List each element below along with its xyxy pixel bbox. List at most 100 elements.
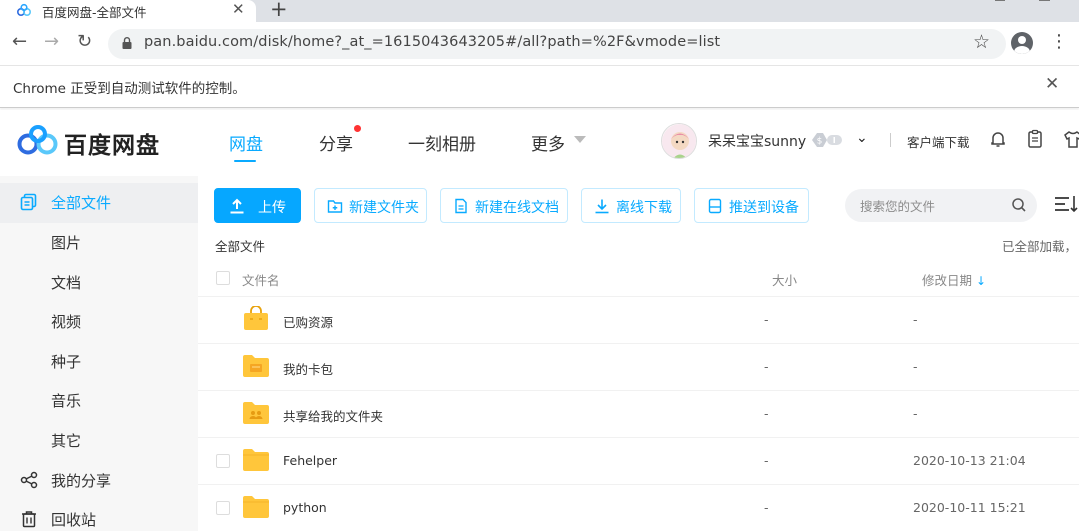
infobar-close-icon[interactable]: ✕ (1045, 74, 1059, 94)
file-size: - (764, 359, 769, 374)
file-date: 2020-10-11 15:21 (913, 500, 1026, 515)
file-list-header: 文件名 大小 修改日期 ↓ (198, 260, 1079, 297)
clipboard-icon[interactable] (1024, 128, 1046, 150)
offline-download-label: 离线下载 (616, 200, 672, 216)
nav-more[interactable]: 更多 (531, 130, 565, 155)
nav-share[interactable]: 分享 (319, 130, 353, 155)
purchased-folder-icon (244, 306, 268, 330)
browser-tabstrip: 百度网盘-全部文件 ✕ + (0, 0, 1079, 22)
infobar-message: Chrome 正受到自动测试软件的控制。 (13, 81, 246, 97)
sidebar-item-label: 视频 (51, 313, 82, 331)
nav-album[interactable]: 一刻相册 (408, 130, 476, 155)
shirt-icon[interactable] (1062, 128, 1079, 150)
nav-netdisk[interactable]: 网盘 (229, 130, 263, 155)
url-text: pan.baidu.com/disk/home?_at_=16150436432… (144, 34, 721, 50)
column-modified-label: 修改日期 (922, 273, 973, 288)
column-modified[interactable]: 修改日期 ↓ (922, 270, 986, 289)
lock-icon (122, 37, 132, 49)
file-row[interactable]: Fehelper - 2020-10-13 21:04 (198, 438, 1079, 485)
site-header: 百度网盘 网盘 分享 一刻相册 更多 呆呆宝宝sunny $ ⌄ 客户端下载 (0, 110, 1079, 176)
vip-badge-icon: $ (812, 133, 842, 147)
svg-text:$: $ (817, 137, 823, 147)
select-all-checkbox[interactable] (216, 271, 230, 285)
column-filename[interactable]: 文件名 (242, 270, 280, 289)
sidebar: 全部文件 图片 文档 视频 种子 音乐 其它 我的分享 回收站 (0, 176, 198, 531)
breadcrumb[interactable]: 全部文件 (215, 236, 265, 255)
sidebar-item-label: 音乐 (51, 392, 82, 410)
sidebar-item-documents[interactable]: 文档 (0, 263, 198, 303)
search-input[interactable]: 搜索您的文件 (845, 189, 1037, 222)
search-icon[interactable] (1011, 197, 1027, 213)
address-bar[interactable]: pan.baidu.com/disk/home?_at_=16150436432… (108, 29, 1006, 59)
trash-icon (22, 511, 36, 528)
share-notification-dot (354, 125, 361, 132)
sidebar-item-music[interactable]: 音乐 (0, 381, 198, 421)
sort-list-icon[interactable] (1053, 193, 1079, 215)
forward-icon[interactable]: → (44, 31, 59, 52)
file-name[interactable]: 我的卡包 (283, 359, 333, 378)
baidu-pan-logo[interactable] (16, 124, 60, 158)
profile-avatar-icon[interactable] (1011, 32, 1033, 54)
push-to-device-button[interactable]: 推送到设备 (694, 188, 809, 223)
file-row[interactable]: 共享给我的文件夹 - - (198, 391, 1079, 438)
file-row[interactable]: 我的卡包 - - (198, 344, 1079, 391)
offline-download-button[interactable]: 离线下载 (581, 188, 681, 223)
upload-label: 上传 (258, 200, 286, 216)
tab-close-icon[interactable]: ✕ (232, 0, 245, 18)
folder-icon (243, 496, 269, 518)
automation-infobar: Chrome 正受到自动测试软件的控制。 ✕ (0, 66, 1079, 108)
file-date: - (913, 312, 918, 327)
file-name[interactable]: 共享给我的文件夹 (283, 406, 383, 425)
row-checkbox[interactable] (216, 454, 230, 468)
new-folder-icon (327, 200, 343, 213)
row-checkbox[interactable] (216, 501, 230, 515)
upload-button[interactable]: 上传 (214, 188, 301, 223)
header-separator (890, 133, 891, 147)
new-online-doc-button[interactable]: 新建在线文档 (440, 188, 568, 223)
sidebar-item-label: 回收站 (51, 511, 97, 529)
username[interactable]: 呆呆宝宝sunny (708, 131, 806, 151)
avatar-image (662, 124, 696, 158)
more-caret-icon[interactable] (574, 136, 586, 143)
file-size: - (764, 312, 769, 327)
sidebar-item-other[interactable]: 其它 (0, 421, 198, 461)
sidebar-item-my-shares[interactable]: 我的分享 (0, 461, 198, 501)
file-date: 2020-10-13 21:04 (913, 453, 1026, 468)
user-menu-chevron-icon[interactable]: ⌄ (856, 130, 868, 146)
sidebar-item-label: 种子 (51, 353, 82, 371)
file-size: - (764, 406, 769, 421)
baidu-pan-favicon (16, 3, 32, 17)
file-row[interactable]: 已购资源 - - (198, 297, 1079, 344)
sidebar-item-label: 全部文件 (51, 194, 112, 212)
sidebar-item-all-files[interactable]: 全部文件 (0, 183, 198, 223)
new-tab-icon[interactable]: + (270, 0, 288, 21)
document-icon (455, 198, 467, 214)
file-name[interactable]: 已购资源 (283, 312, 333, 331)
window-maximize-icon[interactable] (1039, 0, 1050, 1)
chrome-menu-icon[interactable]: ⋮ (1050, 31, 1068, 52)
file-row[interactable]: python - 2020-10-11 15:21 (198, 485, 1079, 531)
file-name[interactable]: python (283, 500, 327, 515)
files-icon (20, 193, 37, 211)
new-folder-button[interactable]: 新建文件夹 (314, 188, 427, 223)
window-minimize-icon[interactable] (995, 0, 1005, 1)
file-name[interactable]: Fehelper (283, 453, 337, 468)
download-icon (595, 199, 609, 214)
reload-icon[interactable]: ↻ (77, 31, 92, 52)
sidebar-item-recycle-bin[interactable]: 回收站 (0, 500, 198, 531)
folder-icon (243, 449, 269, 471)
client-download-link[interactable]: 客户端下载 (907, 132, 970, 151)
logo-text: 百度网盘 (64, 133, 160, 159)
sidebar-item-images[interactable]: 图片 (0, 223, 198, 263)
column-size[interactable]: 大小 (772, 270, 797, 289)
new-folder-label: 新建文件夹 (349, 200, 419, 216)
share-icon (20, 471, 38, 489)
new-online-doc-label: 新建在线文档 (475, 200, 559, 216)
back-icon[interactable]: ← (12, 31, 27, 52)
browser-tab[interactable]: 百度网盘-全部文件 ✕ (0, 0, 256, 22)
user-avatar[interactable] (661, 123, 697, 159)
bookmark-star-icon[interactable]: ☆ (973, 31, 990, 53)
bell-icon[interactable] (987, 128, 1009, 150)
sidebar-item-videos[interactable]: 视频 (0, 302, 198, 342)
sidebar-item-torrents[interactable]: 种子 (0, 342, 198, 382)
